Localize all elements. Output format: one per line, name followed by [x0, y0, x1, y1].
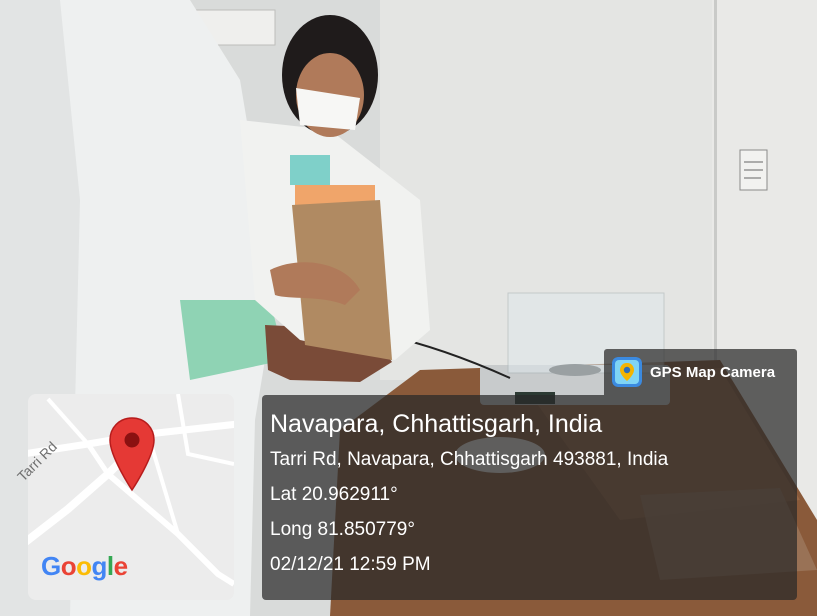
- latitude-line: Lat 20.962911°: [270, 484, 398, 505]
- app-name: GPS Map Camera: [650, 363, 776, 381]
- longitude-line: Long 81.850779°: [270, 519, 415, 540]
- location-info-panel: Navapara, Chhattisgarh, India Tarri Rd, …: [262, 395, 797, 600]
- map-pin-icon: [109, 417, 155, 492]
- google-logo: Google: [41, 551, 128, 581]
- app-badge: GPS Map Camera: [604, 349, 797, 395]
- gps-map-camera-app-icon: [612, 357, 642, 387]
- datetime-line: 02/12/21 12:59 PM: [270, 554, 431, 575]
- address-line: Tarri Rd, Navapara, Chhattisgarh 493881,…: [270, 449, 669, 470]
- place-title: Navapara, Chhattisgarh, India: [270, 410, 603, 438]
